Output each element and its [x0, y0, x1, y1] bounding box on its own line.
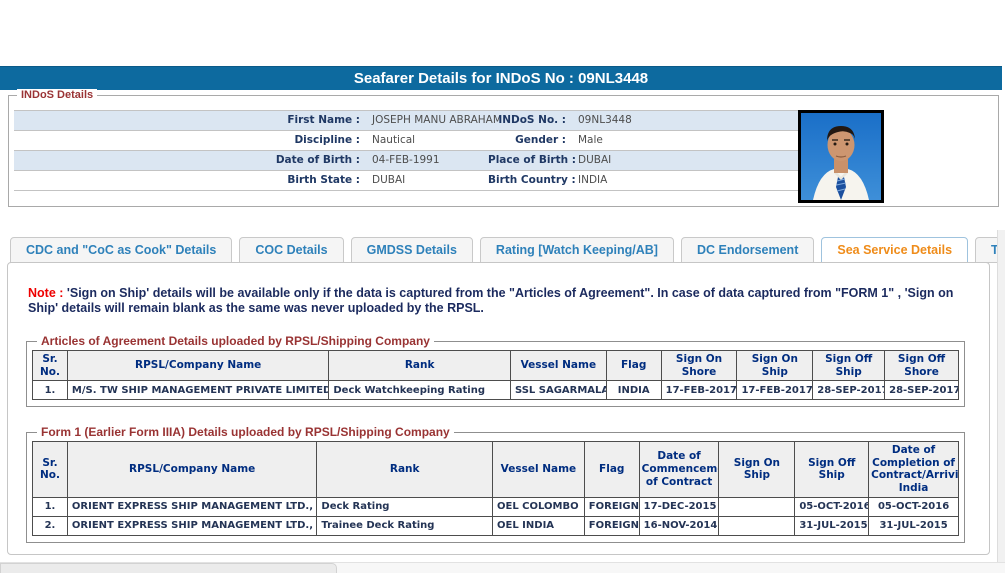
bottom-partial-bar [0, 562, 1005, 573]
detail-label: Date of Birth : [14, 151, 366, 170]
page-title: Seafarer Details for INDoS No : 09NL3448 [0, 66, 1002, 90]
indos-details-legend: INDoS Details [17, 89, 97, 101]
detail-label: Gender : [488, 131, 572, 150]
table-cell: Trainee Deck Rating [317, 516, 493, 535]
table-cell: 17-FEB-2017 [661, 381, 737, 400]
table-cell: Deck Rating [317, 497, 493, 516]
detail-row: Birth State :DUBAIBirth Country :INDIA [14, 171, 800, 191]
column-header: Rank [317, 442, 493, 497]
page: Seafarer Details for INDoS No : 09NL3448… [0, 0, 1005, 573]
note-body: 'Sign on Ship' details will be available… [28, 286, 953, 315]
table-cell: 31-JUL-2015 [869, 516, 959, 535]
detail-label: Birth State : [14, 171, 366, 190]
column-header: Vessel Name [493, 442, 585, 497]
table-cell: M/S. TW SHIP MANAGEMENT PRIVATE LIMITED [67, 381, 328, 400]
column-header: Flag [584, 442, 639, 497]
detail-value: Male [572, 131, 800, 150]
articles-of-agreement-fieldset: Articles of Agreement Details uploaded b… [26, 341, 965, 407]
table-cell [719, 497, 795, 516]
detail-value: JOSEPH MANU ABRAHAM [366, 111, 488, 130]
form1-table: Sr. No.RPSL/Company NameRankVessel NameF… [32, 441, 959, 535]
table-cell: 17-FEB-2017 [737, 381, 813, 400]
column-header: Sign On Ship [737, 351, 813, 381]
detail-label: First Name : [14, 111, 366, 130]
tab-bar: CDC and "CoC as Cook" Details COC Details… [10, 237, 1005, 263]
table-cell: 1. [33, 497, 68, 516]
table-cell: FOREIGN [584, 516, 639, 535]
column-header: Sign Off Ship [795, 442, 869, 497]
column-header: RPSL/Company Name [67, 351, 328, 381]
table-cell: 31-JUL-2015 [795, 516, 869, 535]
detail-value: DUBAI [572, 151, 800, 170]
table-header-row: Sr. No.RPSL/Company NameRankVessel NameF… [33, 351, 959, 381]
table-cell: OEL COLOMBO [493, 497, 585, 516]
detail-label: INDoS No. : [488, 111, 572, 130]
note-prefix: Note : [28, 286, 63, 300]
column-header: Sr. No. [33, 442, 68, 497]
detail-label: Discipline : [14, 131, 366, 150]
column-header: RPSL/Company Name [67, 442, 316, 497]
table-cell: 28-SEP-2017 [885, 381, 959, 400]
table-cell: 17-DEC-2015 [639, 497, 719, 516]
detail-row: Date of Birth :04-FEB-1991Place of Birth… [14, 151, 800, 171]
table-cell: 2. [33, 516, 68, 535]
form1-legend: Form 1 (Earlier Form IIIA) Details uploa… [37, 425, 454, 439]
table-cell: Deck Watchkeeping Rating [329, 381, 511, 400]
table-row: 1.M/S. TW SHIP MANAGEMENT PRIVATE LIMITE… [33, 381, 959, 400]
table-header-row: Sr. No.RPSL/Company NameRankVessel NameF… [33, 442, 959, 497]
table-cell: 05-OCT-2016 [795, 497, 869, 516]
tab-rating-watch-keeping-ab[interactable]: Rating [Watch Keeping/AB] [480, 237, 674, 263]
table-cell: INDIA [606, 381, 661, 400]
detail-value: 09NL3448 [572, 111, 800, 130]
table-cell: 1. [33, 381, 68, 400]
articles-of-agreement-legend: Articles of Agreement Details uploaded b… [37, 334, 434, 348]
column-header: Sign On Shore [661, 351, 737, 381]
column-header: Flag [606, 351, 661, 381]
sea-service-panel: Note : 'Sign on Ship' details will be av… [7, 262, 990, 555]
tab-sea-service-details[interactable]: Sea Service Details [821, 237, 968, 263]
table-cell: ORIENT EXPRESS SHIP MANAGEMENT LTD., MUM… [67, 516, 316, 535]
table-cell: FOREIGN [584, 497, 639, 516]
table-row: 1.ORIENT EXPRESS SHIP MANAGEMENT LTD., M… [33, 497, 959, 516]
table-cell: OEL INDIA [493, 516, 585, 535]
detail-row: Discipline :NauticalGender :Male [14, 131, 800, 151]
table-cell: SSL SAGARMALA [510, 381, 606, 400]
indos-details-rows: First Name :JOSEPH MANU ABRAHAMINDoS No.… [14, 110, 800, 191]
column-header: Date of Completion of Contract/Arriving … [869, 442, 959, 497]
table-cell [719, 516, 795, 535]
tab-gmdss-details[interactable]: GMDSS Details [351, 237, 473, 263]
tab-cdc-and-coc-as-cook-details[interactable]: CDC and "CoC as Cook" Details [10, 237, 232, 263]
seafarer-photo [798, 110, 884, 203]
indos-details-fieldset: INDoS Details First Name :JOSEPH MANU AB… [8, 95, 999, 207]
table-cell: 05-OCT-2016 [869, 497, 959, 516]
detail-value: Nautical [366, 131, 488, 150]
table-cell: 28-SEP-2017 [813, 381, 885, 400]
column-header: Sign On Ship [719, 442, 795, 497]
form1-fieldset: Form 1 (Earlier Form IIIA) Details uploa… [26, 432, 965, 542]
column-header: Sign Off Ship [813, 351, 885, 381]
table-cell: ORIENT EXPRESS SHIP MANAGEMENT LTD., MUM… [67, 497, 316, 516]
column-header: Vessel Name [510, 351, 606, 381]
tab-dc-endorsement[interactable]: DC Endorsement [681, 237, 814, 263]
bottom-partial-tab [0, 563, 337, 573]
detail-label: Place of Birth : [488, 151, 572, 170]
column-header: Date of Commencement of Contract [639, 442, 719, 497]
tab-coc-details[interactable]: COC Details [239, 237, 343, 263]
seafarer-photo-image [801, 113, 881, 200]
articles-of-agreement-table: Sr. No.RPSL/Company NameRankVessel NameF… [32, 350, 959, 400]
column-header: Sign Off Shore [885, 351, 959, 381]
scrollbar-track[interactable] [997, 230, 1005, 573]
column-header: Sr. No. [33, 351, 68, 381]
note-text: Note : 'Sign on Ship' details will be av… [28, 286, 971, 316]
table-cell: 16-NOV-2014 [639, 516, 719, 535]
column-header: Rank [329, 351, 511, 381]
detail-value: DUBAI [366, 171, 488, 190]
detail-row: First Name :JOSEPH MANU ABRAHAMINDoS No.… [14, 111, 800, 131]
table-row: 2.ORIENT EXPRESS SHIP MANAGEMENT LTD., M… [33, 516, 959, 535]
detail-value: INDIA [572, 171, 800, 190]
detail-label: Birth Country : [488, 171, 572, 190]
detail-value: 04-FEB-1991 [366, 151, 488, 170]
